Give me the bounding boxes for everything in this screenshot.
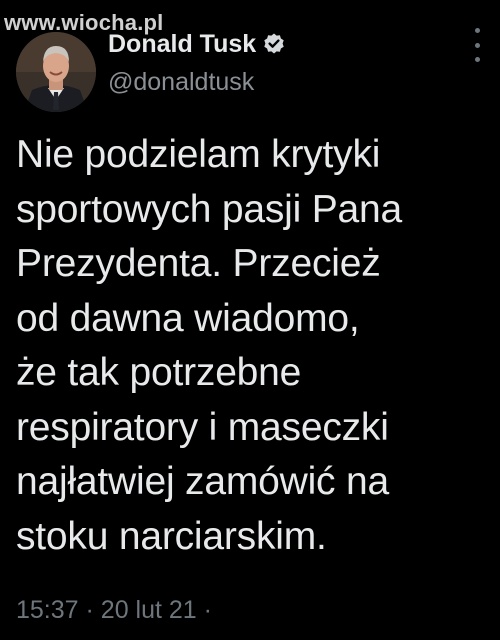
handle[interactable]: @donaldtusk [108, 68, 286, 97]
tweet-time[interactable]: 15:37 [16, 596, 79, 624]
author-block[interactable]: Donald Tusk @donaldtusk [108, 26, 286, 97]
tweet-meta: 15:37 · 20 lut 21 · [16, 596, 212, 625]
avatar[interactable] [16, 32, 96, 112]
more-options-icon[interactable] [472, 28, 482, 62]
tweet-text: Nie podzielam krytyki sportowych pasji P… [16, 133, 403, 558]
tweet-date[interactable]: 20 lut 21 [101, 596, 197, 624]
meta-separator: · [85, 596, 94, 624]
meta-trailing-separator: · [203, 596, 212, 624]
watermark: www.wiocha.pl [4, 10, 164, 35]
verified-badge-icon [262, 32, 286, 56]
